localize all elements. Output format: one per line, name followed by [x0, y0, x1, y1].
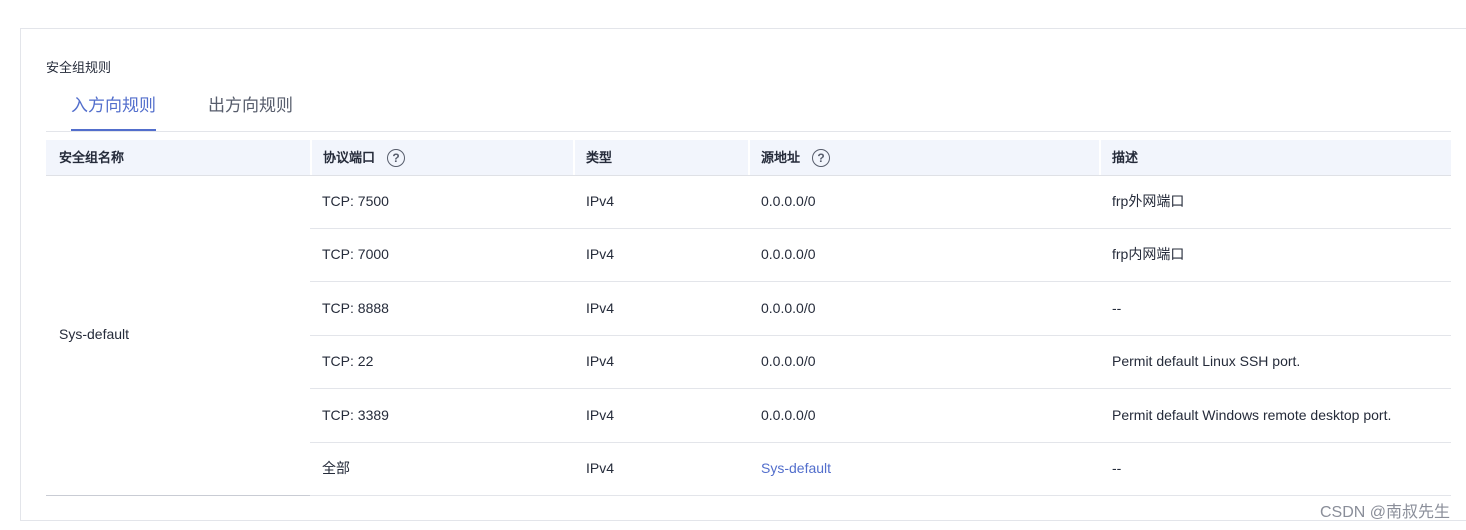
type-cell: IPv4 — [586, 407, 615, 423]
group-name: Sys-default — [59, 326, 130, 342]
type-cell: IPv4 — [586, 460, 615, 476]
table-row: TCP: 3389 IPv4 0.0.0.0/0 Permit default … — [310, 389, 1451, 443]
port-cell: TCP: 7000 — [322, 246, 389, 262]
rule-direction-tabs: 入方向规则 出方向规则 — [46, 91, 1451, 132]
help-icon[interactable]: ? — [387, 148, 406, 167]
security-group-panel: 安全组规则 入方向规则 出方向规则 安全组名称 协议端口? 类型 源地址? 描述… — [20, 28, 1466, 521]
help-icon[interactable]: ? — [812, 148, 831, 167]
column-header-port: 协议端口? — [310, 140, 573, 175]
port-cell: TCP: 22 — [322, 353, 374, 369]
table-row: TCP: 8888 IPv4 0.0.0.0/0 -- — [310, 282, 1451, 336]
source-cell: 0.0.0.0/0 — [761, 193, 816, 209]
description-cell: Permit default Linux SSH port. — [1112, 353, 1301, 369]
group-name-cell: Sys-default — [46, 175, 310, 496]
table-header: 安全组名称 协议端口? 类型 源地址? 描述 — [46, 140, 1451, 176]
watermark: CSDN @南叔先生 — [1319, 504, 1450, 521]
table-row: 全部 IPv4 Sys-default -- — [310, 442, 1451, 496]
column-header-type: 类型 — [586, 150, 613, 165]
table-row: TCP: 7000 IPv4 0.0.0.0/0 frp内网端口 — [310, 228, 1451, 282]
source-cell: 0.0.0.0/0 — [761, 407, 816, 423]
section-title: 安全组规则 — [46, 60, 112, 75]
port-cell: TCP: 3389 — [322, 407, 389, 423]
column-header-description: 描述 — [1112, 150, 1139, 165]
tab-inbound-rules[interactable]: 入方向规则 — [71, 91, 156, 131]
column-header-source: 源地址? — [748, 140, 1099, 175]
description-cell: -- — [1112, 460, 1122, 476]
description-cell: frp内网端口 — [1112, 246, 1185, 262]
type-cell: IPv4 — [586, 193, 615, 209]
port-cell: TCP: 8888 — [322, 300, 389, 316]
tab-outbound-rules[interactable]: 出方向规则 — [208, 91, 293, 131]
type-cell: IPv4 — [586, 353, 615, 369]
type-cell: IPv4 — [586, 300, 615, 316]
type-cell: IPv4 — [586, 246, 615, 262]
description-cell: -- — [1112, 300, 1122, 316]
port-cell: TCP: 7500 — [322, 193, 389, 209]
table-row: TCP: 7500 IPv4 0.0.0.0/0 frp外网端口 — [310, 175, 1451, 229]
source-cell: 0.0.0.0/0 — [761, 353, 816, 369]
table-row: TCP: 22 IPv4 0.0.0.0/0 Permit default Li… — [310, 335, 1451, 389]
column-header-group-name: 安全组名称 — [59, 150, 125, 165]
source-cell: 0.0.0.0/0 — [761, 246, 816, 262]
description-cell: frp外网端口 — [1112, 193, 1185, 209]
description-cell: Permit default Windows remote desktop po… — [1112, 407, 1392, 423]
source-cell: 0.0.0.0/0 — [761, 300, 816, 316]
port-cell: 全部 — [322, 460, 350, 476]
source-group-link[interactable]: Sys-default — [761, 442, 831, 495]
